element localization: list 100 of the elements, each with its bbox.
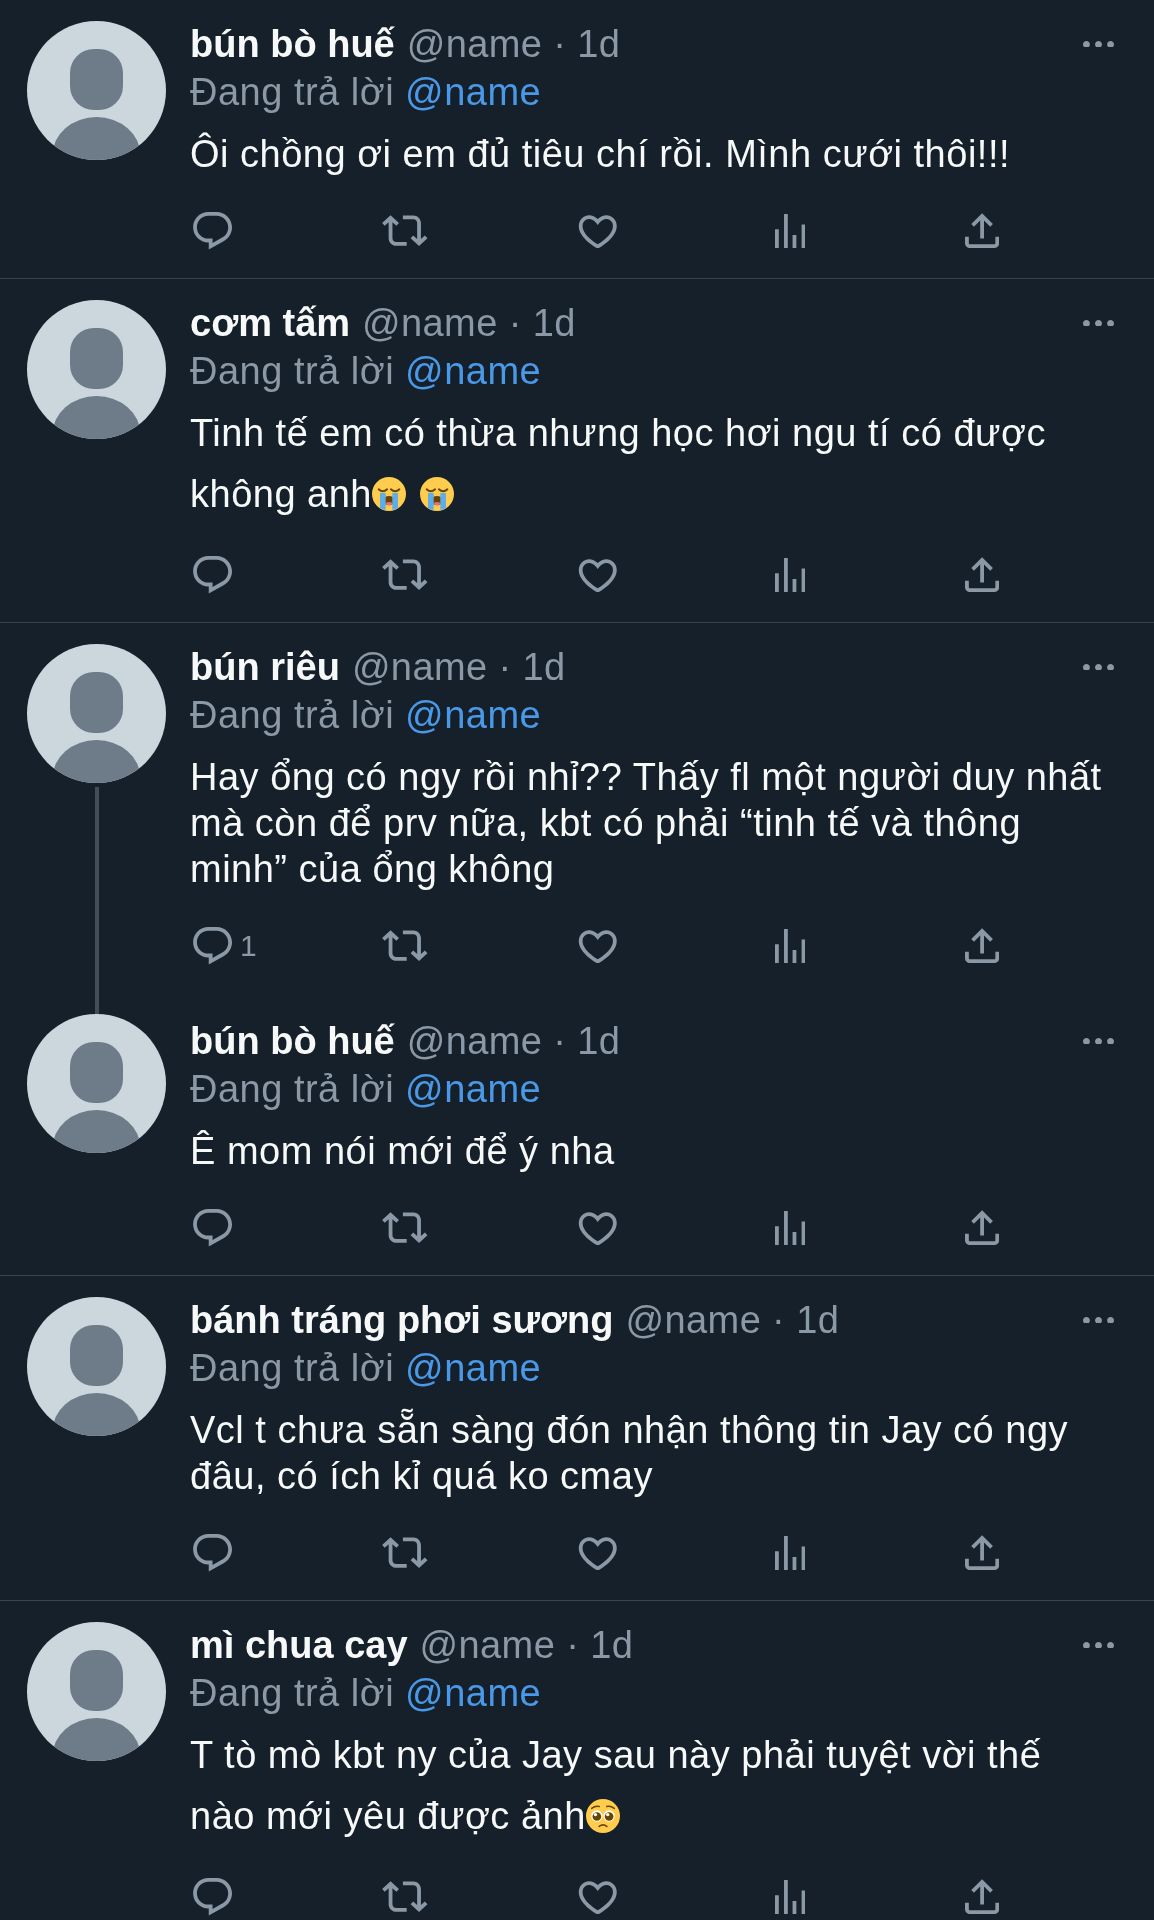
ellipsis-icon: [1083, 1037, 1114, 1045]
avatar[interactable]: [27, 21, 166, 160]
repost-button[interactable]: [382, 1881, 428, 1913]
heart-icon: [578, 1535, 618, 1571]
avatar[interactable]: [27, 1622, 166, 1761]
more-button[interactable]: [1083, 1037, 1114, 1045]
handle-and-time: @name · 1d: [419, 1623, 634, 1667]
views-button[interactable]: [775, 213, 806, 249]
repost-arrows-icon: [382, 1212, 428, 1244]
mention-link[interactable]: @name: [405, 693, 542, 737]
pleading-face-icon: [585, 1799, 620, 1833]
views-button[interactable]: [775, 557, 806, 593]
views-button[interactable]: [775, 1210, 806, 1246]
like-button[interactable]: [578, 1879, 618, 1915]
bar-chart-icon: [775, 1535, 806, 1571]
bar-chart-icon: [775, 557, 806, 593]
upload-icon: [965, 1210, 1000, 1246]
reply-button[interactable]: [193, 1878, 233, 1916]
heart-icon: [578, 928, 618, 964]
like-button[interactable]: [578, 928, 618, 964]
like-button[interactable]: [578, 1535, 618, 1571]
repost-arrows-icon: [382, 215, 428, 247]
repost-arrows-icon: [382, 1537, 428, 1569]
reply-button[interactable]: [193, 212, 233, 250]
share-button[interactable]: [965, 557, 1000, 593]
mention-link[interactable]: @name: [405, 349, 542, 393]
repost-button[interactable]: [382, 1212, 428, 1244]
repost-button[interactable]: [382, 930, 428, 962]
reply-button[interactable]: [193, 1534, 233, 1572]
ellipsis-icon: [1083, 663, 1114, 671]
speech-bubble-icon: [193, 1878, 233, 1916]
ellipsis-icon: [1083, 1316, 1114, 1324]
mention-link[interactable]: @name: [405, 1346, 542, 1390]
display-name: bánh tráng phơi sương: [190, 1298, 614, 1342]
reply-button[interactable]: 1: [193, 927, 257, 965]
heart-icon: [578, 1210, 618, 1246]
bar-chart-icon: [775, 1210, 806, 1246]
tweet-row[interactable]: bún bò huế @name · 1d Đang trả lời @name Ê mom nói mới để ý nha: [0, 1014, 1154, 1276]
mention-link[interactable]: @name: [405, 1671, 542, 1715]
crying-face-icon: [420, 477, 454, 511]
share-button[interactable]: [965, 1210, 1000, 1246]
crying-face-icon: [372, 477, 406, 511]
more-button[interactable]: [1083, 1641, 1114, 1649]
more-button[interactable]: [1083, 40, 1114, 48]
tweet-row[interactable]: bánh tráng phơi sương @name · 1d Đang trả lời @name Vcl t chưa sẵn sàng đón nhận thông tin Jay có ngy đâu, có ích kỉ quá ko cmay: [0, 1276, 1154, 1601]
replying-to-label: Đang trả lời: [190, 693, 395, 737]
speech-bubble-icon: [193, 556, 233, 594]
tweet-text: Tinh tế em có thừa nhưng học hơi ngu tí có được không anh: [190, 411, 1047, 517]
heart-icon: [578, 557, 618, 593]
upload-icon: [965, 928, 1000, 964]
views-button[interactable]: [775, 1879, 806, 1915]
reply-button[interactable]: [193, 556, 233, 594]
tweet-text: Ê mom nói mới để ý nha: [190, 1129, 616, 1174]
share-button[interactable]: [965, 213, 1000, 249]
handle-and-time: @name · 1d: [351, 645, 566, 689]
mention-link[interactable]: @name: [405, 70, 542, 114]
heart-icon: [578, 213, 618, 249]
replying-to-label: Đang trả lời: [190, 1067, 395, 1111]
more-button[interactable]: [1083, 319, 1114, 327]
heart-icon: [578, 1879, 618, 1915]
upload-icon: [965, 557, 1000, 593]
bar-chart-icon: [775, 213, 806, 249]
ellipsis-icon: [1083, 40, 1114, 48]
tweet-row[interactable]: bún riêu @name · 1d Đang trả lời @name Hay ổng có ngy rồi nhỉ?? Thấy fl một người duy nhất mà còn để prv nữa, kbt có phải “tinh tế và thông minh” của ổng không 1: [0, 623, 1154, 1014]
display-name: mì chua cay: [190, 1623, 408, 1667]
tweet-text: T tò mò kbt ny của Jay sau này phải tuyệt vời thế nào mới yêu được ảnh: [190, 1733, 1043, 1839]
handle-and-time: @name · 1d: [625, 1298, 840, 1342]
share-button[interactable]: [965, 1535, 1000, 1571]
more-button[interactable]: [1083, 663, 1114, 671]
speech-bubble-icon: [193, 927, 233, 965]
tweet-row[interactable]: cơm tấm @name · 1d Đang trả lời @name Tinh tế em có thừa nhưng học hơi ngu tí có được không anh: [0, 279, 1154, 623]
upload-icon: [965, 1879, 1000, 1915]
speech-bubble-icon: [193, 1209, 233, 1247]
repost-button[interactable]: [382, 1537, 428, 1569]
reply-button[interactable]: [193, 1209, 233, 1247]
tweet-text: Hay ổng có ngy rồi nhỉ?? Thấy fl một người duy nhất mà còn để prv nữa, kbt có phải “tinh tế và thông minh” của ổng không: [190, 755, 1103, 892]
mention-link[interactable]: @name: [405, 1067, 542, 1111]
tweet-row[interactable]: bún bò huế @name · 1d Đang trả lời @name Ôi chồng ơi em đủ tiêu chí rồi. Mình cưới thôi!!!: [0, 0, 1154, 279]
views-button[interactable]: [775, 928, 806, 964]
avatar[interactable]: [27, 644, 166, 783]
replying-to-label: Đang trả lời: [190, 349, 395, 393]
tweet-row[interactable]: mì chua cay @name · 1d Đang trả lời @name T tò mò kbt ny của Jay sau này phải tuyệt vời thế nào mới yêu được ảnh: [0, 1601, 1154, 1920]
more-button[interactable]: [1083, 1316, 1114, 1324]
like-button[interactable]: [578, 1210, 618, 1246]
avatar[interactable]: [27, 300, 166, 439]
tweet-text: Ôi chồng ơi em đủ tiêu chí rồi. Mình cưới thôi!!!: [190, 131, 1011, 177]
repost-arrows-icon: [382, 1881, 428, 1913]
ellipsis-icon: [1083, 1641, 1114, 1649]
share-button[interactable]: [965, 1879, 1000, 1915]
views-button[interactable]: [775, 1535, 806, 1571]
avatar[interactable]: [27, 1014, 166, 1153]
avatar[interactable]: [27, 1297, 166, 1436]
like-button[interactable]: [578, 557, 618, 593]
repost-arrows-icon: [382, 559, 428, 591]
like-button[interactable]: [578, 213, 618, 249]
replying-to-label: Đang trả lời: [190, 1346, 395, 1390]
speech-bubble-icon: [193, 1534, 233, 1572]
repost-button[interactable]: [382, 559, 428, 591]
share-button[interactable]: [965, 928, 1000, 964]
repost-button[interactable]: [382, 215, 428, 247]
